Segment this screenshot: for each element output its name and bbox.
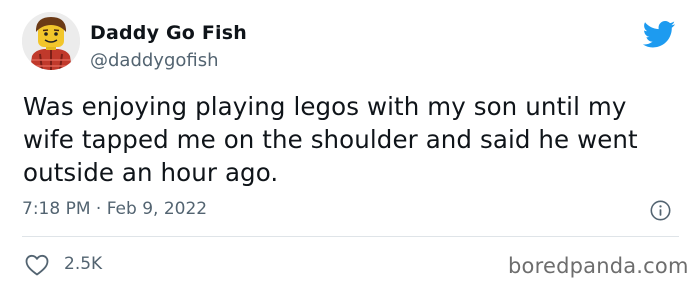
tweet-card: Daddy Go Fish @daddygofish Was enjoying … [0, 0, 700, 288]
watermark: boredpanda.com [508, 254, 689, 278]
author-handle[interactable]: @daddygofish [90, 50, 219, 71]
twitter-bird-icon[interactable] [643, 21, 676, 48]
tweet-timestamp[interactable]: 7:18 PM · Feb 9, 2022 [22, 199, 207, 219]
tweet-text: Was enjoying playing legos with my son u… [23, 92, 638, 187]
like-count[interactable]: 2.5K [64, 254, 102, 274]
avatar[interactable] [22, 12, 80, 70]
info-icon[interactable] [650, 200, 671, 221]
lego-figure-avatar-image [22, 12, 80, 70]
divider [22, 236, 679, 237]
author-name[interactable]: Daddy Go Fish [90, 22, 247, 44]
heart-icon[interactable] [25, 254, 49, 276]
